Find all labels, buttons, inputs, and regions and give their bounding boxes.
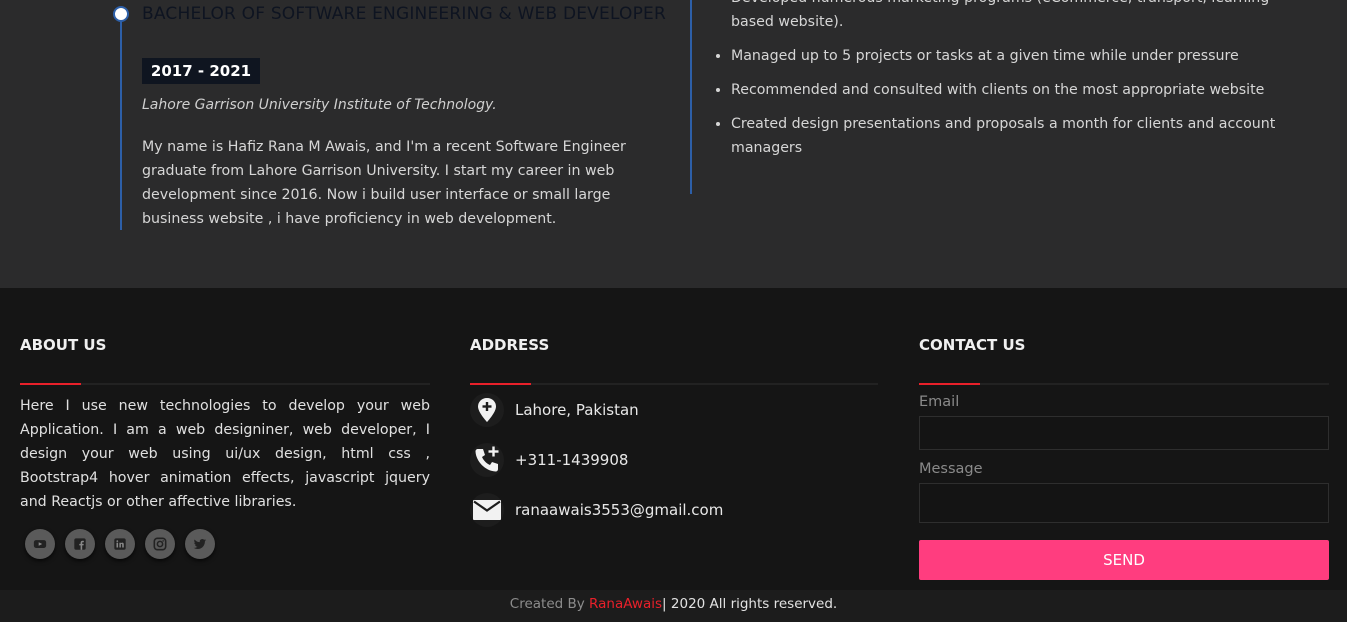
youtube-icon[interactable] (25, 529, 55, 559)
address-location-row: Lahore, Pakistan (470, 393, 639, 427)
address-phone[interactable]: +311-1439908 (515, 451, 628, 469)
about-text: Here I use new technologies to develop y… (20, 398, 430, 510)
about-underline (20, 383, 430, 385)
about-column: ABOUT US Here I use new technologies to … (20, 288, 430, 590)
map-pin-icon (470, 393, 504, 427)
copyright-separator: | (662, 596, 667, 612)
education-title: BACHELOR OF SOFTWARE ENGINEERING & WEB D… (142, 4, 667, 24)
education-bio: My name is Hafiz Rana M Awais, and I'm a… (142, 139, 626, 227)
address-heading: ADDRESS (470, 336, 550, 354)
facebook-icon[interactable] (65, 529, 95, 559)
experience-item: Developed numerous marketing programs (e… (731, 0, 1291, 34)
address-location: Lahore, Pakistan (515, 401, 639, 419)
timeline-line (120, 14, 122, 230)
address-underline (470, 383, 878, 385)
message-field[interactable] (919, 483, 1329, 523)
education-years-badge: 2017 - 2021 (142, 58, 260, 84)
copyright: Created By RanaAwais| 2020 All rights re… (0, 596, 1347, 612)
experience-list: Developed numerous marketing programs (e… (713, 0, 1291, 170)
education-school: Lahore Garrison University Institute of … (142, 97, 497, 113)
address-email-row: ranaawais3553@gmail.com (470, 493, 723, 527)
copyright-author-link[interactable]: RanaAwais (589, 596, 662, 612)
instagram-icon[interactable] (145, 529, 175, 559)
timeline-dot (113, 6, 129, 22)
copyright-prefix: Created By (509, 596, 585, 612)
twitter-icon[interactable] (185, 529, 215, 559)
about-heading: ABOUT US (20, 336, 107, 354)
address-phone-row: +311-1439908 (470, 443, 628, 477)
email-label: Email (919, 394, 960, 410)
message-label: Message (919, 461, 983, 477)
linkedin-icon[interactable] (105, 529, 135, 559)
mail-icon (470, 493, 504, 527)
experience-item: Recommended and consulted with clients o… (731, 78, 1291, 102)
address-email[interactable]: ranaawais3553@gmail.com (515, 501, 723, 519)
send-button[interactable]: SEND (919, 540, 1329, 580)
footer: ABOUT US Here I use new technologies to … (0, 288, 1347, 590)
experience-item: Managed up to 5 projects or tasks at a g… (731, 44, 1291, 68)
experience-divider (690, 0, 692, 194)
experience-item: Created design presentations and proposa… (731, 112, 1291, 160)
phone-add-icon (470, 443, 504, 477)
email-field[interactable] (919, 416, 1329, 450)
resume-section: BACHELOR OF SOFTWARE ENGINEERING & WEB D… (0, 0, 1347, 288)
contact-underline (919, 383, 1329, 385)
contact-column: CONTACT US Email Message SEND (919, 288, 1329, 590)
copyright-rights: 2020 All rights reserved. (670, 596, 838, 612)
social-links (25, 529, 215, 559)
address-column: ADDRESS Lahore, Pakistan +311-1439908 ra… (470, 288, 880, 590)
contact-heading: CONTACT US (919, 336, 1026, 354)
